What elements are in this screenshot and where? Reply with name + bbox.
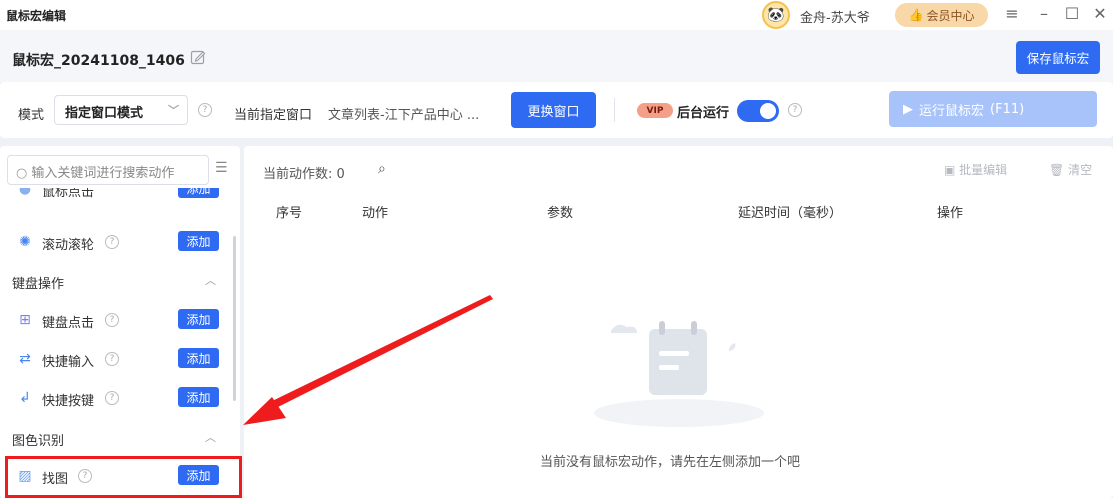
annotation-arrow <box>243 295 493 425</box>
